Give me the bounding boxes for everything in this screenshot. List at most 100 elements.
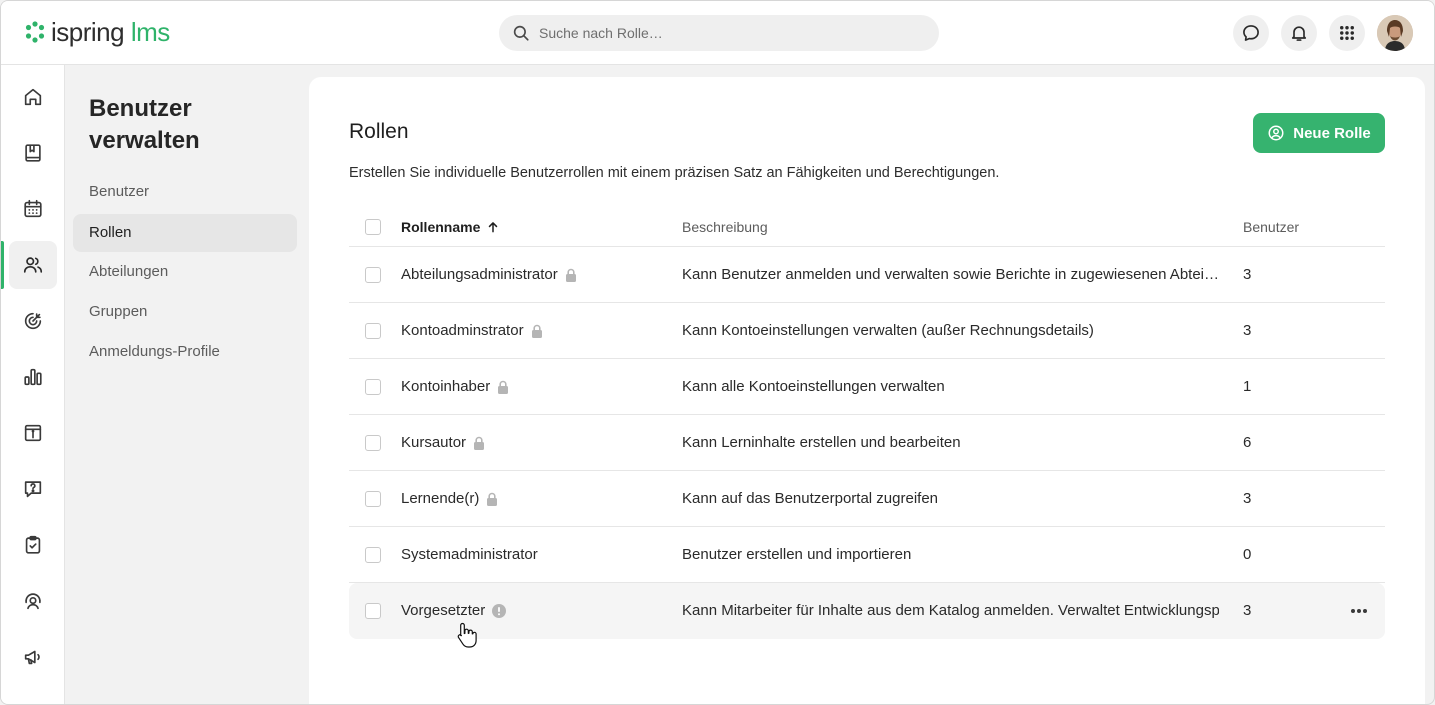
role-name: Lernende(r)	[401, 490, 480, 507]
main-card: Rollen Erstellen Sie individuelle Benutz…	[309, 77, 1425, 704]
role-name: Kursautor	[401, 434, 467, 451]
logo[interactable]: ispring lms	[23, 17, 170, 47]
role-name-cell[interactable]: Vorgesetzter	[401, 602, 507, 619]
table-row[interactable]: Kontoinhaber Kann alle Kontoeinstellunge…	[349, 359, 1385, 415]
role-users-count: 6	[1243, 434, 1252, 451]
book-icon	[25, 144, 41, 162]
avatar-image	[1377, 15, 1413, 51]
rail-item-info[interactable]	[9, 409, 57, 457]
subnav-item-gruppen[interactable]: Gruppen	[73, 293, 297, 331]
bell-icon	[1291, 26, 1307, 41]
rail-item-users[interactable]	[9, 241, 57, 289]
role-name-cell[interactable]: Kontoinhaber	[401, 378, 509, 395]
roles-table: Rollenname Beschreibung Benutzer Abteilu…	[349, 207, 1385, 639]
lock-icon	[498, 380, 509, 394]
chat-button[interactable]	[1233, 15, 1269, 51]
table-row[interactable]: Systemadministrator Benutzer erstellen u…	[349, 527, 1385, 583]
page-description: Erstellen Sie individuelle Benutzerrolle…	[349, 165, 1000, 181]
apps-button[interactable]	[1329, 15, 1365, 51]
lock-icon	[474, 436, 485, 450]
logo-text: ispring lms	[51, 17, 170, 47]
role-users-count: 3	[1243, 266, 1252, 283]
rail-item-announcements[interactable]	[9, 633, 57, 681]
new-role-label: Neue Rolle	[1293, 124, 1371, 142]
role-name: Vorgesetzter	[401, 602, 486, 619]
role-name-cell[interactable]: Systemadministrator	[401, 546, 538, 563]
subnav-item-benutzer[interactable]: Benutzer	[73, 173, 297, 211]
rail-item-home[interactable]	[9, 73, 57, 121]
search-input[interactable]	[539, 25, 919, 41]
megaphone-icon	[24, 650, 40, 665]
table-row[interactable]: Vorgesetzter Kann Mitarbeiter für Inhalt…	[349, 583, 1385, 639]
icon-rail	[1, 65, 65, 704]
row-checkbox[interactable]	[365, 435, 381, 451]
table-row[interactable]: Abteilungsadministrator Kann Benutzer an…	[349, 247, 1385, 303]
role-users-count: 1	[1243, 378, 1252, 395]
role-name-cell[interactable]: Kursautor	[401, 434, 485, 451]
role-name: Kontoinhaber	[401, 378, 491, 395]
page-title: Rollen	[349, 120, 409, 143]
role-name-cell[interactable]: Abteilungsadministrator	[401, 266, 577, 283]
role-users-count: 3	[1243, 490, 1252, 507]
row-checkbox[interactable]	[365, 267, 381, 283]
rail-item-reports[interactable]	[9, 353, 57, 401]
subnav-item-rollen[interactable]: Rollen	[73, 214, 297, 252]
role-name-cell[interactable]: Kontoadminstrator	[401, 322, 543, 339]
subnav-title: Benutzer verwalten	[89, 95, 200, 154]
home-icon	[24, 88, 42, 106]
role-name: Systemadministrator	[401, 546, 538, 563]
rail-item-tasks[interactable]	[9, 521, 57, 569]
subnav: Benutzer verwalten Benutzer Rollen Abtei…	[65, 65, 309, 704]
row-checkbox[interactable]	[365, 491, 381, 507]
role-description: Kann Lerninhalte erstellen und bearbeite…	[682, 434, 961, 451]
row-more-button[interactable]	[1345, 601, 1373, 621]
select-all-checkbox[interactable]	[365, 219, 381, 235]
apps-grid-icon	[1340, 26, 1354, 40]
row-checkbox[interactable]	[365, 547, 381, 563]
user-circle-icon	[1268, 125, 1284, 141]
row-checkbox[interactable]	[365, 323, 381, 339]
role-users-count: 3	[1243, 322, 1252, 339]
lock-icon	[487, 492, 498, 506]
rail-item-goals[interactable]	[9, 297, 57, 345]
rail-item-library[interactable]	[9, 129, 57, 177]
rail-item-support[interactable]	[9, 577, 57, 625]
search-bar[interactable]	[499, 15, 939, 51]
table-row[interactable]: Lernende(r) Kann auf das Benutzerportal …	[349, 471, 1385, 527]
hand-cursor-icon	[457, 622, 477, 648]
app-window: ispring lms Suche nach Rolle… Benutzer v…	[0, 0, 1435, 705]
role-users-count: 0	[1243, 546, 1252, 563]
new-role-button[interactable]: Neue Rolle	[1253, 113, 1385, 153]
column-header-users[interactable]: Benutzer	[1243, 219, 1299, 235]
notifications-button[interactable]	[1281, 15, 1317, 51]
row-checkbox[interactable]	[365, 379, 381, 395]
role-description: Kann auf das Benutzerportal zugreifen	[682, 490, 939, 507]
subnav-item-anmeldungs-profile[interactable]: Anmeldungs-Profile	[73, 333, 297, 371]
rail-active-indicator	[1, 241, 4, 289]
table-row[interactable]: Kursautor Kann Lerninhalte erstellen und…	[349, 415, 1385, 471]
role-name-cell[interactable]: Lernende(r)	[401, 490, 498, 507]
info-icon[interactable]	[492, 603, 507, 618]
table-row[interactable]: Kontoadminstrator Kann Kontoeinstellunge…	[349, 303, 1385, 359]
role-description: Kann Mitarbeiter für Inhalte aus dem Kat…	[682, 602, 1219, 619]
column-header-name[interactable]: Rollenname	[401, 219, 500, 235]
logo-text-part1: ispring	[51, 17, 125, 47]
bar-chart-icon	[24, 368, 42, 386]
user-avatar[interactable]	[1377, 15, 1413, 51]
column-name-label: Rollenname	[401, 219, 481, 235]
role-description: Kann Benutzer anmelden und verwalten sow…	[682, 266, 1219, 283]
ispring-logo-icon	[25, 21, 45, 43]
logo-text-part2: lms	[130, 17, 170, 47]
rail-item-help[interactable]	[9, 465, 57, 513]
question-icon	[24, 481, 42, 498]
more-horizontal-icon	[1351, 609, 1367, 613]
search-icon	[513, 25, 529, 41]
support-agent-icon	[25, 593, 41, 610]
row-checkbox[interactable]	[365, 603, 381, 619]
subnav-item-abteilungen[interactable]: Abteilungen	[73, 253, 297, 291]
column-header-description[interactable]: Beschreibung	[682, 219, 768, 235]
sort-ascending-icon	[489, 222, 498, 233]
lock-icon	[565, 268, 576, 282]
rail-item-calendar[interactable]	[9, 185, 57, 233]
role-name: Kontoadminstrator	[401, 322, 524, 339]
